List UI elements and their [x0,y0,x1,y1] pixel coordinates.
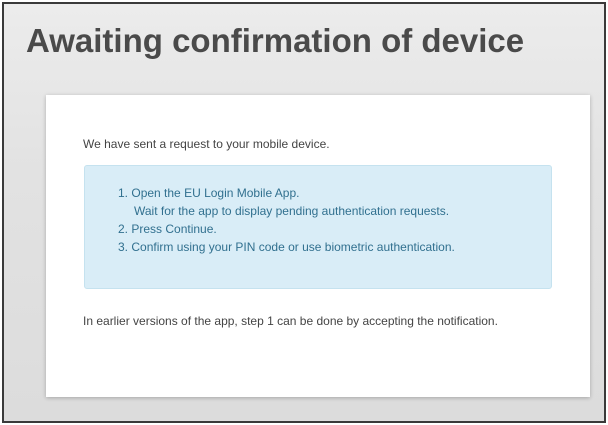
step-text: Confirm using your PIN code or use biome… [131,240,455,254]
step-number: 2. [118,222,129,236]
footnote-text: In earlier versions of the app, step 1 c… [83,314,498,328]
intro-text: We have sent a request to your mobile de… [83,137,330,151]
step-number: 3. [118,240,129,254]
screenshot-frame: Awaiting confirmation of device We have … [2,2,606,423]
steps-info-box: 1. Open the EU Login Mobile App. Wait fo… [84,165,552,289]
step-3: 3. Confirm using your PIN code or use bi… [118,238,455,256]
steps-list: 1. Open the EU Login Mobile App. Wait fo… [118,184,455,256]
step-number: 1. [118,186,129,200]
confirmation-card: We have sent a request to your mobile de… [46,95,590,397]
step-text: Open the EU Login Mobile App. [131,186,300,200]
step-2: 2. Press Continue. [118,220,455,238]
step-1: 1. Open the EU Login Mobile App. [118,184,455,202]
step-1-continuation: Wait for the app to display pending auth… [134,204,450,218]
page-title: Awaiting confirmation of device [26,22,525,59]
step-text: Press Continue. [131,222,217,236]
